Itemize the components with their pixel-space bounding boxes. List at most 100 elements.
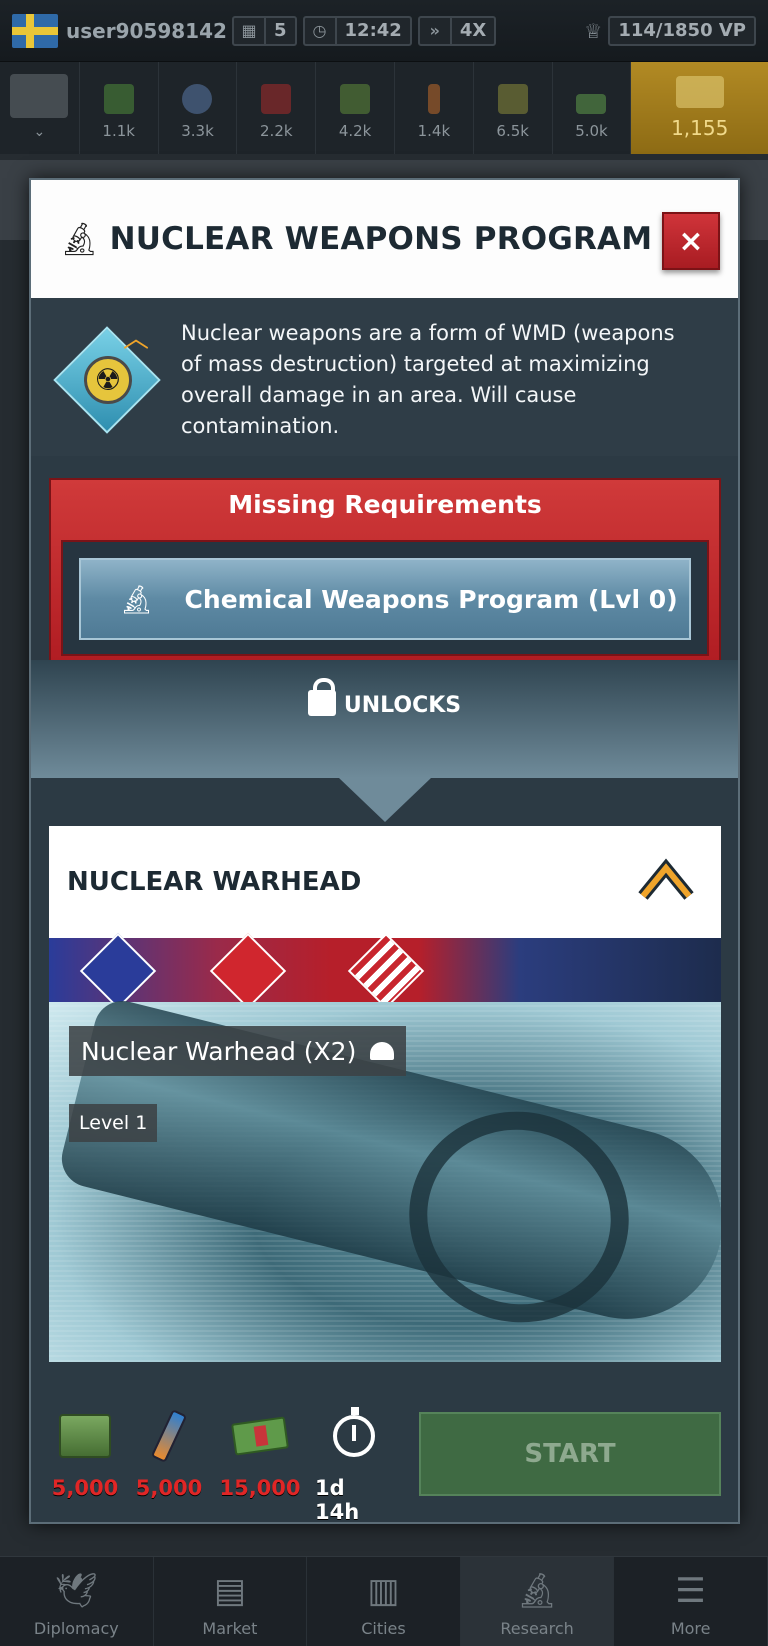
army-selector[interactable]: ⌄ xyxy=(0,62,80,154)
resource-value: 4.2k xyxy=(338,122,372,140)
resource-value: 3.3k xyxy=(181,122,214,140)
unlocked-unit-card[interactable]: NUCLEAR WARHEAD Nuclear Warhead (X2) Lev… xyxy=(49,826,721,1362)
dove-icon: 🕊︎ xyxy=(54,1571,98,1611)
resource-gold[interactable]: 1,155 xyxy=(631,62,768,154)
requirements-list: 🔬︎ Chemical Weapons Program (Lvl 0) xyxy=(61,540,709,656)
resource-value: 2.2k xyxy=(260,122,293,140)
microscope-icon: 🔬︎ xyxy=(59,220,100,258)
cost-time: 1d 14h xyxy=(315,1407,393,1524)
trophy-icon: ♕ xyxy=(584,18,603,43)
nav-market[interactable]: ▤ Market xyxy=(154,1557,308,1646)
country-flag-icon[interactable] xyxy=(12,13,58,48)
fuel-icon xyxy=(261,84,292,114)
stopwatch-icon xyxy=(333,1407,375,1464)
resource-manpower[interactable]: 6.5k xyxy=(474,62,553,154)
money-icon xyxy=(231,1408,289,1464)
resource-value: 1.4k xyxy=(417,122,451,140)
resource-electronics[interactable]: 4.2k xyxy=(316,62,395,154)
army-selector-icon xyxy=(10,74,69,118)
unlocks-arrow-icon xyxy=(339,778,431,822)
unlocks-title: UNLOCKS xyxy=(31,678,738,718)
speed-value: 4X xyxy=(459,20,487,41)
cost-value: 5,000 xyxy=(51,1476,119,1500)
nav-cities[interactable]: ▥ Cities xyxy=(307,1557,461,1646)
resource-rare-materials[interactable]: 1.4k xyxy=(395,62,474,154)
lock-icon xyxy=(307,678,336,716)
unlocks-label: UNLOCKS xyxy=(343,693,462,718)
unit-title: NUCLEAR WARHEAD xyxy=(67,867,362,897)
start-label: START xyxy=(524,1439,616,1469)
electronics-icon xyxy=(340,84,371,114)
modal-header: 🔬︎ NUCLEAR WEAPONS PROGRAM × xyxy=(31,180,738,298)
clock-value: 12:42 xyxy=(344,20,402,41)
bottom-nav: 🕊︎ Diplomacy ▤ Market ▥ Cities 🔬︎ Resear… xyxy=(0,1556,768,1646)
unlocks-header: UNLOCKS xyxy=(31,660,738,778)
resource-money[interactable]: 5.0k xyxy=(553,62,632,154)
day-value: 5 xyxy=(274,20,287,41)
microscope-icon: 🔬︎ xyxy=(515,1571,559,1611)
day-counter: ▦ 5 xyxy=(232,15,297,46)
nav-label: Diplomacy xyxy=(33,1619,119,1638)
eastern-faction-icon xyxy=(209,932,287,1010)
supplies-icon xyxy=(103,84,134,114)
western-faction-icon xyxy=(347,932,425,1010)
european-faction-icon xyxy=(79,932,157,1010)
cost-rare-materials: 5,000 xyxy=(135,1408,203,1500)
research-detail-modal: 🔬︎ NUCLEAR WEAPONS PROGRAM × ☢ ︿ Nuclear… xyxy=(29,178,740,1524)
research-cost-bar: 5,000 5,000 15,000 1d 14h START xyxy=(31,1388,738,1524)
unit-image: Nuclear Warhead (X2) Level 1 xyxy=(49,994,721,1362)
unit-level: Level 1 xyxy=(79,1112,148,1134)
clock-icon: ◷ xyxy=(305,17,337,44)
rare-materials-icon xyxy=(150,1408,188,1464)
vp-value: 114/1850 VP xyxy=(618,20,746,41)
money-icon xyxy=(576,94,607,114)
gold-value: 1,155 xyxy=(671,116,729,140)
basket-icon: ▤ xyxy=(213,1571,246,1611)
unit-name: Nuclear Warhead (X2) xyxy=(81,1036,357,1066)
rare-materials-icon xyxy=(427,84,440,114)
unit-name-tag: Nuclear Warhead (X2) xyxy=(69,1026,407,1076)
radiation-icon: ☢ xyxy=(84,356,132,404)
resource-value: 6.5k xyxy=(496,122,529,140)
resource-components[interactable]: 3.3k xyxy=(159,62,238,154)
resource-bar: ⌄ 1.1k 3.3k 2.2k 4.2k 1.4k 6.5k 5.0k 1,1… xyxy=(0,62,768,154)
requirement-label: Chemical Weapons Program (Lvl 0) xyxy=(184,584,678,614)
nav-research[interactable]: 🔬︎ Research xyxy=(460,1557,615,1646)
close-icon: × xyxy=(678,223,704,259)
faction-band xyxy=(49,932,721,1010)
resource-value: 5.0k xyxy=(575,122,608,140)
victory-points[interactable]: ♕ 114/1850 VP xyxy=(584,15,756,46)
resource-supplies[interactable]: 1.1k xyxy=(80,62,159,154)
resource-fuel[interactable]: 2.2k xyxy=(237,62,317,154)
nav-diplomacy[interactable]: 🕊︎ Diplomacy xyxy=(0,1557,154,1646)
menu-icon: ☰ xyxy=(675,1571,706,1611)
cost-money: 15,000 xyxy=(219,1408,301,1500)
helmet-icon xyxy=(370,1042,395,1060)
rank-chevron-icon: ︿ xyxy=(123,324,150,354)
cost-value: 15,000 xyxy=(219,1476,301,1500)
cost-supplies: 5,000 xyxy=(51,1408,119,1500)
city-icon: ▥ xyxy=(367,1571,400,1611)
gold-icon xyxy=(675,76,724,108)
nav-more[interactable]: ☰ More xyxy=(614,1557,768,1646)
requirement-item[interactable]: 🔬︎ Chemical Weapons Program (Lvl 0) xyxy=(79,558,691,640)
research-description: Nuclear weapons are a form of WMD (weapo… xyxy=(181,321,675,438)
start-research-button[interactable]: START xyxy=(419,1412,721,1496)
manpower-icon xyxy=(497,84,528,114)
username[interactable]: user90598142 xyxy=(66,19,227,43)
supplies-crate-icon xyxy=(59,1408,111,1464)
components-icon xyxy=(182,84,213,114)
requirements-title: Missing Requirements xyxy=(228,490,542,519)
unit-level-tag: Level 1 xyxy=(69,1104,158,1142)
fast-forward-icon: » xyxy=(420,17,452,44)
cost-value: 5,000 xyxy=(135,1476,203,1500)
vp-chip: 114/1850 VP xyxy=(608,15,756,46)
nav-label: More xyxy=(670,1619,711,1638)
modal-title: NUCLEAR WEAPONS PROGRAM xyxy=(109,221,653,257)
nav-label: Cities xyxy=(361,1619,406,1638)
game-clock: ◷ 12:42 xyxy=(302,15,412,46)
close-button[interactable]: × xyxy=(662,212,720,270)
status-bar: user90598142 ▦ 5 ◷ 12:42 » 4X ♕ 114/1850… xyxy=(0,0,768,62)
cost-time-value: 1d 14h xyxy=(315,1476,360,1524)
game-speed[interactable]: » 4X xyxy=(417,15,497,46)
